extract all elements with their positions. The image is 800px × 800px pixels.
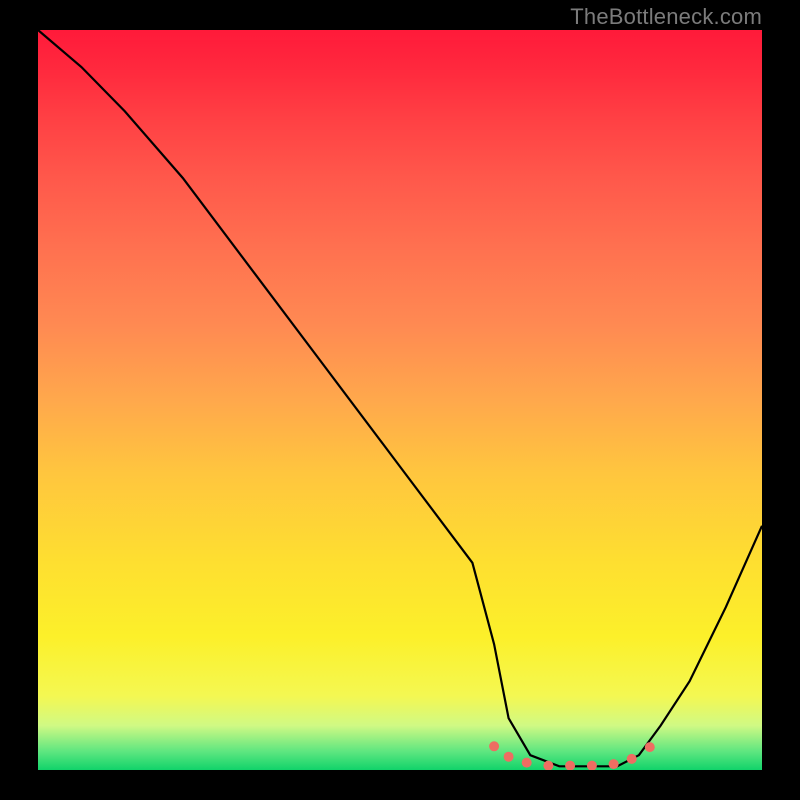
marker-dot	[504, 752, 514, 762]
marker-dot	[627, 754, 637, 764]
plot-area	[38, 30, 762, 770]
marker-dot	[609, 759, 619, 769]
curve-layer	[38, 30, 762, 770]
marker-dot	[543, 761, 553, 770]
optimal-range-dots	[489, 741, 655, 770]
watermark-text: TheBottleneck.com	[570, 4, 762, 30]
marker-dot	[587, 761, 597, 770]
marker-dot	[522, 758, 532, 768]
marker-dot	[645, 742, 655, 752]
bottleneck-curve	[38, 30, 762, 766]
marker-dot	[565, 761, 575, 770]
chart-frame: TheBottleneck.com	[0, 0, 800, 800]
marker-dot	[489, 741, 499, 751]
